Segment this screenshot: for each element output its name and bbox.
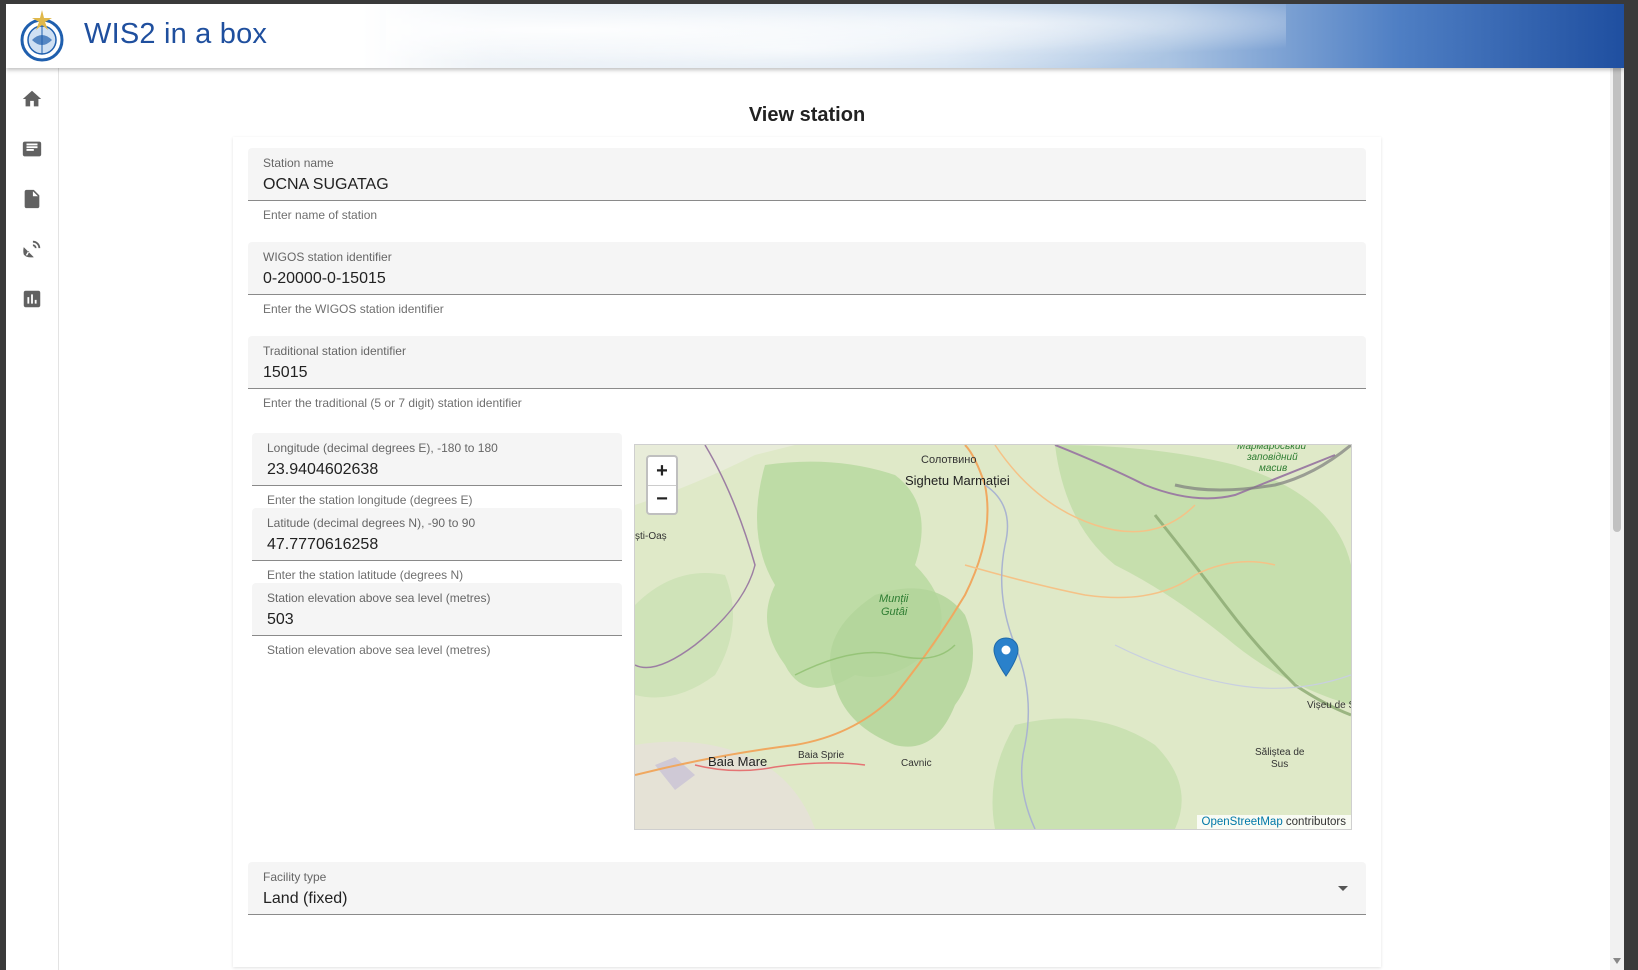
app-header: WIS2 in a box bbox=[6, 4, 1624, 68]
facility-type-value[interactable]: Land (fixed) bbox=[263, 890, 348, 908]
bar-chart-icon bbox=[23, 290, 41, 308]
map-label-reserve-1: Мармароськии bbox=[1237, 444, 1307, 452]
elevation-field[interactable]: Station elevation above sea level (metre… bbox=[252, 583, 622, 636]
wigos-id-value[interactable]: 0-20000-0-15015 bbox=[263, 270, 386, 288]
elevation-value[interactable]: 503 bbox=[267, 611, 294, 629]
map-label-cavnic: Cavnic bbox=[901, 758, 932, 769]
map-label-solotvyno: Солотвино bbox=[921, 454, 977, 466]
nav-monitoring-button[interactable] bbox=[19, 286, 45, 312]
map-label-muntii: Munții bbox=[879, 593, 909, 605]
latitude-value[interactable]: 47.7770616258 bbox=[267, 536, 378, 554]
browser-window: WIS2 in a box View station Station name … bbox=[6, 4, 1624, 970]
message-icon bbox=[22, 141, 42, 157]
scrollbar-thumb[interactable] bbox=[1613, 24, 1621, 532]
traditional-id-hint: Enter the traditional (5 or 7 digit) sta… bbox=[263, 396, 522, 410]
map-label-salistea-2: Sus bbox=[1271, 759, 1289, 770]
wmo-logo-icon[interactable] bbox=[14, 8, 70, 64]
attribution-text: contributors bbox=[1282, 816, 1346, 828]
wigos-id-label: WIGOS station identifier bbox=[263, 250, 392, 264]
traditional-id-label: Traditional station identifier bbox=[263, 344, 406, 358]
zoom-out-button[interactable]: − bbox=[648, 485, 676, 513]
satellite-dish-icon bbox=[23, 240, 41, 258]
station-name-field[interactable]: Station name OCNA SUGATAG bbox=[248, 148, 1366, 201]
page-scrollbar[interactable] bbox=[1610, 4, 1624, 970]
sidebar bbox=[6, 68, 59, 970]
latitude-label: Latitude (decimal degrees N), -90 to 90 bbox=[267, 516, 476, 530]
home-icon bbox=[22, 90, 42, 107]
longitude-field[interactable]: Longitude (decimal degrees E), -180 to 1… bbox=[252, 433, 622, 486]
station-name-label: Station name bbox=[263, 156, 334, 170]
map-label-baia-sprie: Baia Sprie bbox=[798, 750, 845, 761]
map-label-baia-mare: Baia Mare bbox=[708, 754, 768, 769]
page-title: View station bbox=[748, 104, 866, 126]
header-sky-banner bbox=[386, 4, 1286, 68]
map-label-salistea-1: Săliștea de bbox=[1255, 747, 1305, 758]
facility-type-select[interactable]: Facility type Land (fixed) bbox=[248, 862, 1366, 915]
wigos-id-hint: Enter the WIGOS station identifier bbox=[263, 302, 444, 316]
facility-type-label: Facility type bbox=[263, 870, 327, 884]
scroll-down-arrow-icon[interactable] bbox=[1613, 958, 1621, 964]
latitude-field[interactable]: Latitude (decimal degrees N), -90 to 90 … bbox=[252, 508, 622, 561]
station-name-hint: Enter name of station bbox=[263, 208, 378, 222]
app-title: WIS2 in a box bbox=[84, 18, 268, 50]
map-label-oas: ști-Oaș bbox=[635, 531, 667, 542]
map-label-reserve-3: масив bbox=[1259, 463, 1288, 474]
map-label-gutai: Gutâi bbox=[881, 606, 908, 618]
traditional-id-field[interactable]: Traditional station identifier 15015 bbox=[248, 336, 1366, 389]
nav-data-button[interactable] bbox=[19, 186, 45, 212]
nav-home-button[interactable] bbox=[19, 86, 45, 112]
dropdown-arrow-icon[interactable] bbox=[1338, 886, 1348, 891]
station-marker-icon[interactable] bbox=[993, 637, 1019, 677]
map-label-reserve-2: заповідний bbox=[1247, 452, 1298, 463]
nav-stations-button[interactable] bbox=[19, 236, 45, 262]
station-location-map[interactable]: + − Солотвино Sighetu Marmației ști-Oaș … bbox=[634, 444, 1352, 830]
map-attribution: OpenStreetMap contributors bbox=[1196, 815, 1351, 829]
zoom-in-button[interactable]: + bbox=[648, 457, 676, 485]
wigos-id-field[interactable]: WIGOS station identifier 0-20000-0-15015 bbox=[248, 242, 1366, 295]
longitude-label: Longitude (decimal degrees E), -180 to 1… bbox=[267, 441, 498, 455]
nav-messages-button[interactable] bbox=[19, 136, 45, 162]
map-label-viseu: Vișeu de S bbox=[1307, 700, 1352, 711]
traditional-id-value[interactable]: 15015 bbox=[263, 364, 308, 382]
map-zoom-control: + − bbox=[646, 455, 678, 515]
longitude-value[interactable]: 23.9404602638 bbox=[267, 461, 378, 479]
elevation-hint: Station elevation above sea level (metre… bbox=[267, 643, 491, 657]
longitude-hint: Enter the station longitude (degrees E) bbox=[267, 493, 473, 507]
map-label-sighetu: Sighetu Marmației bbox=[905, 473, 1010, 488]
latitude-hint: Enter the station latitude (degrees N) bbox=[267, 568, 464, 582]
elevation-label: Station elevation above sea level (metre… bbox=[267, 591, 491, 605]
openstreetmap-link[interactable]: OpenStreetMap bbox=[1202, 816, 1283, 828]
csv-file-icon bbox=[24, 189, 40, 209]
station-name-value[interactable]: OCNA SUGATAG bbox=[263, 176, 389, 194]
